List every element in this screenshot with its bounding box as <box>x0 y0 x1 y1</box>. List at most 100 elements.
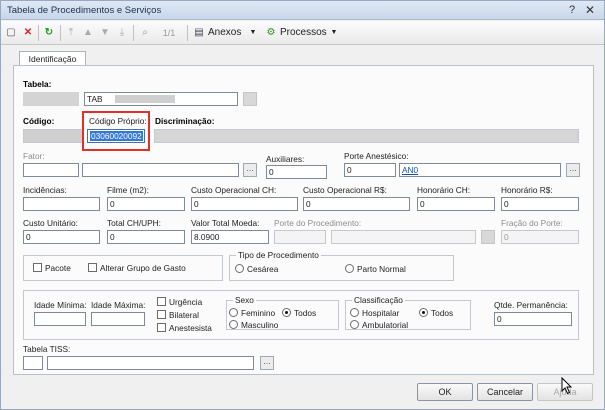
custo-op-rs-label: Custo Operacional R$: <box>303 185 387 195</box>
anexos-menu[interactable]: Anexos <box>208 25 246 41</box>
tabela-value: TAB <box>87 94 103 104</box>
todos-sexo-radio[interactable] <box>282 308 291 317</box>
honorario-rs-label: Honorário R$: <box>501 185 553 195</box>
feminino-radio[interactable] <box>229 308 238 317</box>
mouse-cursor-icon <box>561 377 573 395</box>
parto-normal-label: Parto Normal <box>357 264 406 274</box>
chevron-down-icon[interactable]: ▼ <box>248 25 258 41</box>
porte-procedimento-label: Porte do Procedimento: <box>274 218 362 228</box>
valor-total-field[interactable]: 8.0900 <box>191 230 269 244</box>
cesarea-radio[interactable] <box>235 264 244 273</box>
parto-normal-radio[interactable] <box>345 264 354 273</box>
next-record-icon[interactable]: ▼ <box>98 25 112 41</box>
auxiliares-label: Auxiliares: <box>266 154 305 164</box>
bilateral-label: Bilateral <box>169 310 199 320</box>
porte-anestesico-code[interactable]: AN0 <box>399 163 561 177</box>
porte-anestesico-lookup-button[interactable]: … <box>566 163 580 177</box>
classificacao-label: Classificação <box>352 295 405 305</box>
filme-label: Filme (m2): <box>107 185 149 195</box>
pacote-label: Pacote <box>45 263 71 273</box>
close-icon[interactable]: ✕ <box>582 3 598 17</box>
highlight-box <box>82 111 150 151</box>
fator-lookup-button[interactable]: … <box>243 163 257 177</box>
incidencias-field[interactable] <box>23 197 100 211</box>
alterar-grupo-label: Alterar Grupo de Gasto <box>100 263 186 273</box>
idade-maxima-field[interactable] <box>91 312 145 326</box>
total-ch-field[interactable]: 0 <box>107 230 185 244</box>
dialog-window: Tabela de Procedimentos e Serviços ? ✕ ▢… <box>0 0 605 410</box>
new-icon[interactable]: ▢ <box>4 25 18 41</box>
cesarea-label: Cesárea <box>247 264 279 274</box>
ambulatorial-radio[interactable] <box>350 320 359 329</box>
masculino-label: Masculino <box>241 320 279 330</box>
tabela-tiss-code-field[interactable] <box>23 356 43 370</box>
porte-procedimento-field[interactable] <box>274 230 326 244</box>
filme-field[interactable]: 0 <box>107 197 185 211</box>
codigo-field[interactable] <box>23 129 84 143</box>
discriminacao-field[interactable] <box>154 129 579 143</box>
auxiliares-field[interactable]: 0 <box>266 165 327 179</box>
custo-op-ch-field[interactable]: 0 <box>191 197 298 211</box>
porte-procedimento-desc[interactable] <box>331 230 476 244</box>
honorario-ch-label: Honorário CH: <box>417 185 471 195</box>
qtde-permanencia-label: Qtde. Permanência: <box>494 300 568 310</box>
bilateral-checkbox[interactable] <box>157 310 166 319</box>
sexo-label: Sexo <box>233 295 256 305</box>
window-title: Tabela de Procedimentos e Serviços <box>7 5 162 16</box>
idade-minima-field[interactable] <box>34 312 86 326</box>
valor-total-label: Valor Total Moeda: <box>191 218 260 228</box>
alterar-grupo-checkbox[interactable] <box>88 263 97 272</box>
masculino-radio[interactable] <box>229 320 238 329</box>
anestesista-label: Anestesista <box>169 323 212 333</box>
fracao-porte-field[interactable]: 0 <box>501 230 579 244</box>
tabela-tiss-desc-field[interactable] <box>47 356 254 370</box>
pacote-checkbox[interactable] <box>33 263 42 272</box>
urgencia-checkbox[interactable] <box>157 297 166 306</box>
urgencia-label: Urgência <box>169 297 203 307</box>
cancel-button[interactable]: Cancelar <box>477 383 533 401</box>
processos-menu[interactable]: Processos <box>280 25 328 41</box>
first-record-icon[interactable]: ⤒ <box>64 25 78 41</box>
honorario-rs-field[interactable]: 0 <box>501 197 579 211</box>
qtde-permanencia-field[interactable]: 0 <box>494 312 572 326</box>
previous-record-icon[interactable]: ▲ <box>81 25 95 41</box>
help-icon[interactable]: ? <box>564 3 580 17</box>
hospitalar-radio[interactable] <box>350 308 359 317</box>
porte-anestesico-label: Porte Anestésico: <box>344 151 409 161</box>
total-ch-label: Total CH/UPH: <box>107 218 161 228</box>
last-record-icon[interactable]: ⤓ <box>115 25 129 41</box>
idade-maxima-label: Idade Máxima: <box>91 300 146 310</box>
tabela-lookup-button[interactable] <box>243 92 257 106</box>
tabela-tiss-label: Tabela TISS: <box>23 344 71 354</box>
page-counter: 1/1 <box>162 28 176 38</box>
todos-classificacao-label: Todos <box>431 308 454 318</box>
chevron-down-icon[interactable]: ▼ <box>329 25 339 41</box>
hospitalar-label: Hospitalar <box>362 308 400 318</box>
anestesista-checkbox[interactable] <box>157 323 166 332</box>
todos-classificacao-radio[interactable] <box>419 308 428 317</box>
tabela-tiss-lookup-button[interactable]: … <box>260 356 274 370</box>
porte-anestesico-field[interactable]: 0 <box>344 163 396 177</box>
binoculars-icon[interactable]: ⌕ <box>137 25 153 41</box>
fracao-porte-label: Fração do Porte: <box>501 218 563 228</box>
honorario-ch-field[interactable]: 0 <box>417 197 495 211</box>
tabela-label: Tabela: <box>23 79 52 89</box>
custo-op-rs-field[interactable]: 0 <box>303 197 410 211</box>
todos-sexo-label: Todos <box>294 308 317 318</box>
discriminacao-label: Discriminação: <box>155 116 215 126</box>
fator-desc-field[interactable] <box>82 163 239 177</box>
custo-unitario-field[interactable]: 0 <box>23 230 100 244</box>
fator-code-field[interactable] <box>23 163 79 177</box>
refresh-icon[interactable]: ↻ <box>41 25 57 41</box>
delete-icon[interactable]: ✕ <box>21 25 35 41</box>
porte-procedimento-lookup-button[interactable] <box>481 230 495 244</box>
tab-identificacao[interactable]: Identificação <box>19 51 86 66</box>
tabela-field[interactable]: TAB <box>84 92 238 106</box>
gears-icon: ⚙ <box>266 27 276 38</box>
ok-button[interactable]: OK <box>417 383 473 401</box>
tipo-procedimento-label: Tipo de Procedimento <box>236 250 321 260</box>
custo-op-ch-label: Custo Operacional CH: <box>191 185 277 195</box>
toolbar: ▢ ✕ ↻ ⤒ ▲ ▼ ⤓ ⌕ 1/1 ▤ Anexos ▼ ⚙ Process… <box>1 21 604 45</box>
tabela-code-field[interactable] <box>23 92 79 106</box>
fator-label: Fator: <box>23 151 45 161</box>
